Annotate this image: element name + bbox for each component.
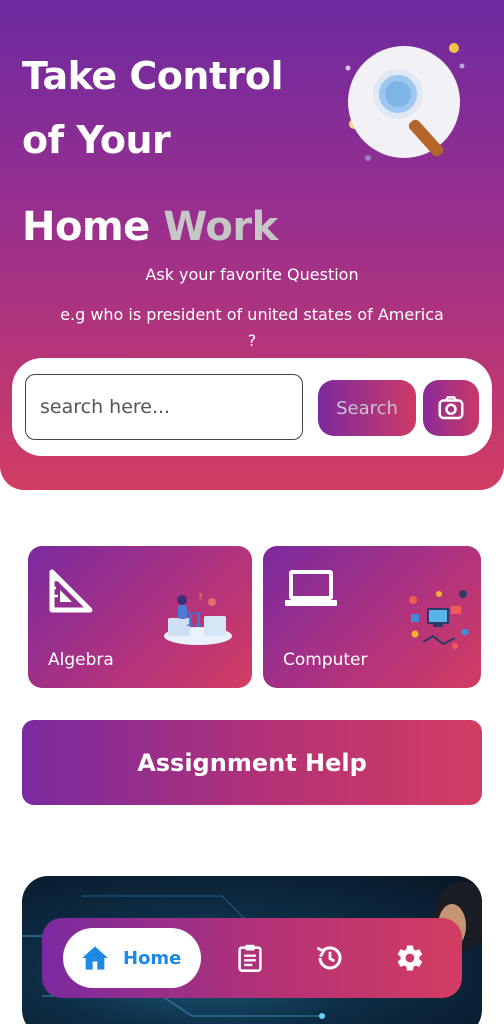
laptop-icon <box>285 570 337 606</box>
bottom-navigation-bar: Home <box>42 918 462 998</box>
nav-home-label: Home <box>123 947 182 969</box>
hero-title-line-2: of Your <box>22 118 171 162</box>
category-card-algebra[interactable]: π ? Algebra <box>28 546 252 688</box>
search-card: Search <box>12 358 492 456</box>
category-label-algebra: Algebra <box>48 650 114 670</box>
hero-header: Take Control of Your Home Work Ask your … <box>0 0 504 490</box>
search-input[interactable] <box>25 374 303 440</box>
example-text: e.g who is president of united states of… <box>60 305 444 324</box>
history-icon <box>316 946 342 970</box>
hero-title-line-1: Take Control <box>22 54 284 98</box>
hero-title-line-3: Home Work <box>22 204 278 250</box>
hero-title-home: Home <box>22 204 150 250</box>
magnifier-illustration-icon <box>345 43 465 161</box>
camera-button[interactable] <box>423 380 479 436</box>
category-label-computer: Computer <box>283 650 368 670</box>
search-button[interactable]: Search <box>318 380 416 436</box>
assignment-help-button[interactable]: Assignment Help <box>22 720 482 805</box>
nav-item-history[interactable] <box>314 942 346 974</box>
set-square-ruler-icon <box>49 569 93 613</box>
subtitle-text: Ask your favorite Question <box>145 265 359 284</box>
nav-item-settings[interactable] <box>394 942 426 974</box>
home-icon <box>82 946 108 970</box>
svg-text:π: π <box>186 603 203 633</box>
computer-science-illustration-icon <box>409 590 469 649</box>
example-question-mark: ? <box>247 331 257 350</box>
clipboard-icon <box>238 944 262 972</box>
category-card-computer[interactable]: Computer <box>263 546 481 688</box>
hero-title-work: Work <box>163 204 278 250</box>
nav-item-clipboard[interactable] <box>234 942 266 974</box>
camera-icon <box>438 396 464 420</box>
settings-icon <box>397 945 423 971</box>
math-student-illustration-icon: π ? <box>164 593 232 645</box>
svg-text:?: ? <box>198 593 203 603</box>
nav-item-home[interactable]: Home <box>63 928 201 988</box>
